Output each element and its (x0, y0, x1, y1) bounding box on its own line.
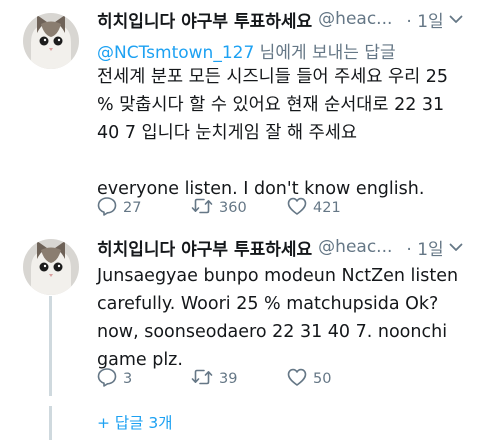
tweet-2[interactable]: 히치입니다 야구부 투표하세요 @heac... · 1일 Junsaegyae… (0, 226, 480, 440)
like-count: 421 (313, 200, 341, 216)
reply-count: 27 (123, 200, 142, 216)
tweet-text: 전세계 분포 모든 시즈니들 들어 주세요 우리 25 % 맞춥시다 할 수 있… (97, 67, 449, 199)
like-icon (286, 195, 308, 221)
user-handle[interactable]: @heac... (318, 9, 392, 29)
like-count: 50 (313, 371, 332, 387)
reply-count: 3 (123, 371, 133, 387)
tweet-actions: 3 39 50 (96, 366, 456, 390)
thread-line (49, 406, 52, 440)
mention-link[interactable]: @NCTsmtown_127 (97, 43, 254, 63)
tweet-header: 히치입니다 야구부 투표하세요 @heac... · 1일 (97, 6, 466, 32)
reply-context: @NCTsmtown_127 님에게 보내는 답글 (97, 38, 396, 63)
retweet-button[interactable]: 360 (190, 195, 247, 221)
timestamp[interactable]: · 1일 (406, 235, 443, 260)
timestamp[interactable]: · 1일 (406, 7, 443, 32)
tweet-header: 히치입니다 야구부 투표하세요 @heac... · 1일 (97, 234, 466, 260)
like-button[interactable]: 50 (286, 366, 331, 392)
reply-icon (96, 366, 118, 392)
avatar[interactable] (23, 239, 79, 295)
tweet-text: Junsaegyae bunpo modeun NctZen listen ca… (97, 266, 459, 370)
reply-button[interactable]: 27 (96, 195, 141, 221)
retweet-count: 39 (219, 371, 238, 387)
show-replies-link[interactable]: + 답글 3개 (97, 411, 172, 433)
avatar[interactable] (23, 13, 79, 69)
tweet-1[interactable]: 히치입니다 야구부 투표하세요 @heac... · 1일 @NCTsmtown… (0, 0, 480, 226)
thread-line (49, 296, 52, 396)
reply-context-text: 님에게 보내는 답글 (254, 43, 396, 63)
display-name[interactable]: 히치입니다 야구부 투표하세요 (97, 235, 312, 260)
display-name[interactable]: 히치입니다 야구부 투표하세요 (97, 7, 312, 32)
chevron-down-icon[interactable] (446, 9, 466, 29)
reply-icon (96, 195, 118, 221)
retweet-icon (190, 366, 214, 392)
chevron-down-icon[interactable] (446, 237, 466, 257)
user-handle[interactable]: @heac... (318, 237, 392, 257)
retweet-count: 360 (219, 200, 247, 216)
retweet-icon (190, 195, 214, 221)
reply-button[interactable]: 3 (96, 366, 132, 392)
retweet-button[interactable]: 39 (190, 366, 237, 392)
like-icon (286, 366, 308, 392)
like-button[interactable]: 421 (286, 195, 341, 221)
tweet-actions: 27 360 421 (96, 195, 456, 219)
